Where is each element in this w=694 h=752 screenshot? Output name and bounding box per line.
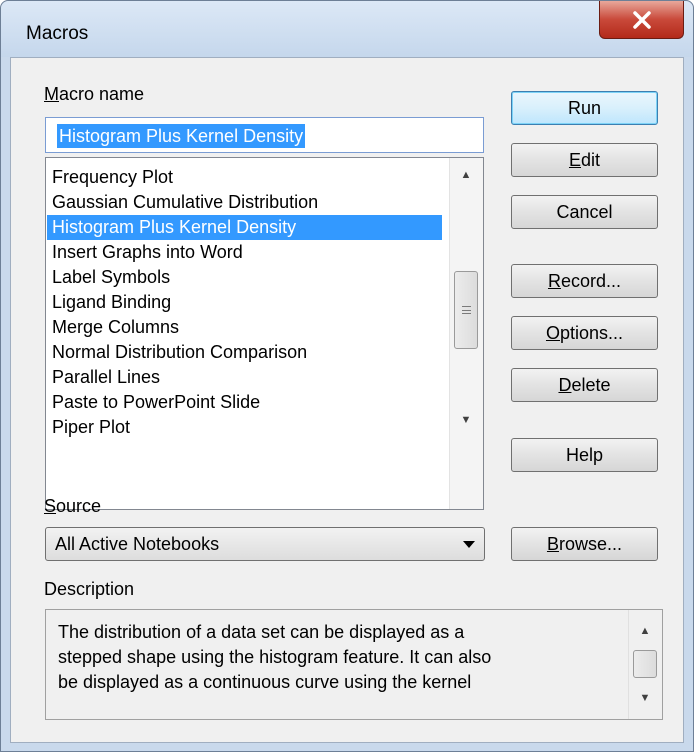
- list-item[interactable]: Piper Plot: [47, 415, 442, 440]
- dialog-body: Macro name Histogram Plus Kernel Density…: [10, 57, 684, 743]
- macro-name-value: Histogram Plus Kernel Density: [57, 124, 306, 148]
- source-label: Source: [44, 496, 102, 516]
- description-line: stepped shape using the histogram featur…: [58, 647, 492, 667]
- delete-button[interactable]: Delete: [511, 368, 658, 402]
- macro-name-label: Macro name: [44, 84, 145, 104]
- scroll-down-arrow-icon[interactable]: ▼: [450, 403, 482, 437]
- dropdown-arrow-icon: [463, 541, 475, 548]
- list-item-selected[interactable]: Histogram Plus Kernel Density: [47, 215, 442, 240]
- title-bar[interactable]: Macros: [1, 1, 693, 57]
- list-item[interactable]: Label Symbols: [47, 265, 442, 290]
- record-button[interactable]: Record...: [511, 264, 658, 298]
- list-item[interactable]: Frequency Plot: [47, 165, 442, 190]
- scroll-thumb[interactable]: [454, 271, 478, 349]
- edit-button[interactable]: Edit: [511, 143, 658, 177]
- scroll-up-arrow-icon[interactable]: ▲: [629, 618, 661, 644]
- description-line: The distribution of a data set can be di…: [58, 622, 465, 642]
- grip-icon: [461, 306, 471, 314]
- macro-name-input[interactable]: Histogram Plus Kernel Density: [45, 117, 484, 153]
- list-item[interactable]: Merge Columns: [47, 315, 442, 340]
- window-title: Macros: [26, 23, 89, 44]
- list-item[interactable]: Paste to PowerPoint Slide: [47, 390, 442, 415]
- scroll-up-arrow-icon[interactable]: ▲: [450, 158, 482, 192]
- macro-list-scrollbar[interactable]: ▲ ▼: [449, 158, 483, 509]
- source-dropdown[interactable]: All Active Notebooks: [45, 527, 485, 561]
- close-button[interactable]: [599, 1, 684, 39]
- list-item[interactable]: Ligand Binding: [47, 290, 442, 315]
- close-icon: [632, 10, 651, 29]
- description-scrollbar[interactable]: ▲ ▼: [628, 610, 662, 719]
- scroll-thumb[interactable]: [633, 650, 657, 678]
- description-label: Description: [44, 579, 135, 599]
- cancel-button[interactable]: Cancel: [511, 195, 658, 229]
- source-value: All Active Notebooks: [55, 534, 220, 554]
- browse-button[interactable]: Browse...: [511, 527, 658, 561]
- run-button[interactable]: Run: [511, 91, 658, 125]
- list-item[interactable]: Gaussian Cumulative Distribution: [47, 190, 442, 215]
- description-line: be displayed as a continuous curve using…: [58, 672, 472, 692]
- list-item[interactable]: Insert Graphs into Word: [47, 240, 442, 265]
- macro-list[interactable]: Frequency Plot Gaussian Cumulative Distr…: [45, 157, 484, 510]
- list-item[interactable]: Normal Distribution Comparison: [47, 340, 442, 365]
- description-box[interactable]: The distribution of a data set can be di…: [45, 609, 663, 720]
- scroll-down-arrow-icon[interactable]: ▼: [629, 685, 661, 711]
- options-button[interactable]: Options...: [511, 316, 658, 350]
- macros-dialog: Macros Macro name Histogram Plus Kernel …: [0, 0, 694, 752]
- help-button[interactable]: Help: [511, 438, 658, 472]
- list-item[interactable]: Parallel Lines: [47, 365, 442, 390]
